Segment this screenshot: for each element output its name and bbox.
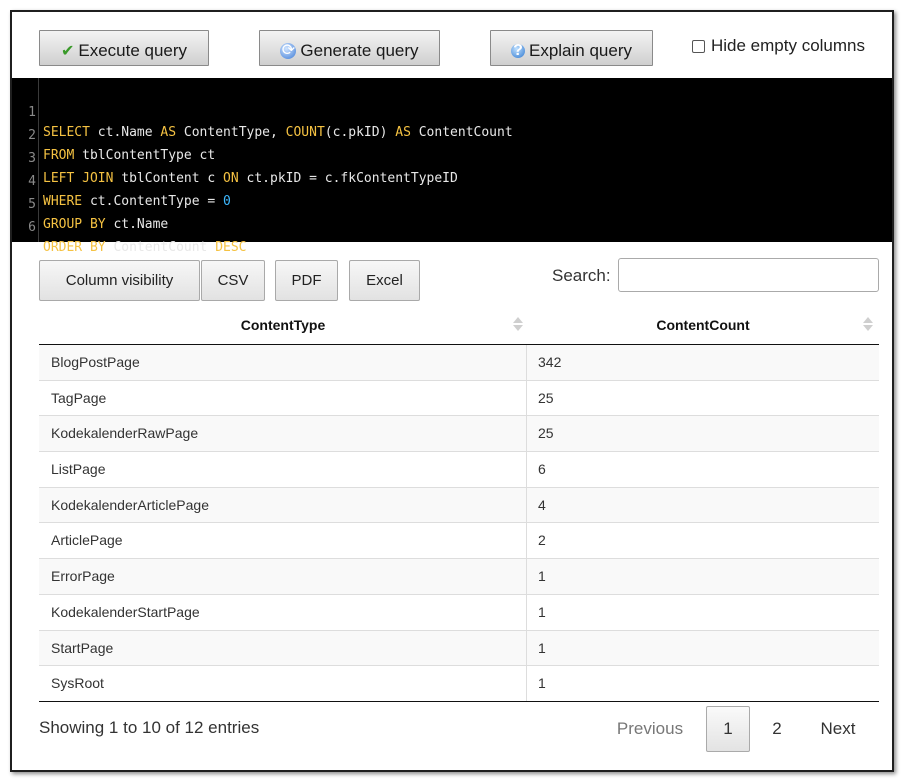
cell-contentcount: 342 [538,354,562,370]
csv-export-button[interactable]: CSV [201,260,265,301]
cell-contentcount: 2 [538,532,546,549]
search-input[interactable] [618,258,879,292]
explain-query-label: Explain query [528,41,632,60]
execute-query-label: Execute query [78,41,188,60]
column-header-contentcount[interactable]: ContentCount [527,308,879,345]
code-text: LEFT JOIN tblContent c ON ct.pkID = c.fk… [43,171,458,186]
cell-contenttype: ErrorPage [39,559,527,594]
code-text: ORDER BY ContentCount DESC [43,240,247,255]
hide-empty-columns-label: Hide empty columns [711,36,866,55]
cell-contentcount: 6 [538,461,546,478]
hide-empty-columns-toggle[interactable]: Hide empty columns [692,36,865,56]
table-info: Showing 1 to 10 of 12 entries [39,718,260,737]
cell-contentcount: 1 [538,603,546,620]
query-toolbar: ✔ Execute query ⟳ Generate query ? Expla… [12,12,892,78]
sql-editor[interactable]: 1 SELECT ct.Name AS ContentType, COUNT(c… [12,78,892,255]
column-header-contenttype[interactable]: ContentType [39,308,527,345]
cell-contentcount: 1 [538,568,546,585]
pagination-page-1[interactable]: 1 [706,706,750,752]
cell-contentcount: 25 [538,389,554,406]
table-row: KodekalenderArticlePage 4 [39,487,879,524]
checkmark-icon: ✔ [60,43,75,60]
excel-export-button[interactable]: Excel [349,260,420,301]
table-row: ErrorPage 1 [39,559,879,595]
cell-contenttype: TagPage [39,380,527,416]
code-line: 1 SELECT ct.Name AS ContentType, COUNT(c… [12,83,512,140]
code-text: WHERE ct.ContentType = 0 [43,194,231,209]
cell-contenttype: KodekalenderStartPage [39,594,527,630]
cell-contenttype: BlogPostPage [39,345,527,380]
execute-query-button[interactable]: ✔ Execute query [39,30,209,66]
cell-contenttype: StartPage [39,630,527,666]
generate-query-button[interactable]: ⟳ Generate query [259,30,440,66]
column-visibility-button[interactable]: Column visibility [39,260,200,301]
query-tool-window: ✔ Execute query ⟳ Generate query ? Expla… [10,10,894,772]
generate-query-label: Generate query [300,41,419,60]
table-header: ContentType ContentCount [39,308,879,345]
table-row: StartPage 1 [39,630,879,667]
explain-query-button[interactable]: ? Explain query [490,30,653,66]
refresh-icon: ⟳ [280,42,297,59]
pagination-next[interactable]: Next [808,706,868,752]
code-text: FROM tblContentType ct [43,148,216,163]
code-text: SELECT ct.Name AS ContentType, COUNT(c.p… [43,125,513,140]
code-text: GROUP BY ct.Name [43,217,169,232]
cell-contenttype: ArticlePage [39,523,527,559]
code-line: 3 LEFT JOIN tblContent c ON ct.pkID = c.… [12,129,458,186]
cell-contenttype: SysRoot [39,666,527,701]
line-number: 6 [28,220,36,235]
cell-contenttype: ListPage [39,452,527,487]
cell-contenttype: KodekalenderRawPage [39,416,527,452]
table-row: TagPage 25 [39,380,879,417]
sort-icon [863,317,873,333]
search-label: Search: [552,266,611,285]
results-table: ContentType ContentCount BlogPostPage 34… [39,308,879,702]
cell-contentcount: 25 [538,425,554,442]
cell-contenttype: KodekalenderArticlePage [39,487,527,523]
code-line: 4 WHERE ct.ContentType = 0 [12,152,231,209]
table-row: KodekalenderStartPage 1 [39,594,879,631]
pdf-export-button[interactable]: PDF [275,260,338,301]
cell-contentcount: 4 [538,496,546,513]
cell-contentcount: 1 [538,675,546,692]
hide-empty-columns-checkbox[interactable] [692,39,705,53]
help-icon: ? [510,43,525,59]
table-row: BlogPostPage 342 [39,345,879,381]
sort-icon [513,317,523,333]
table-row: ArticlePage 2 [39,523,879,560]
code-line: 5 GROUP BY ct.Name [12,175,168,232]
pagination-page-2[interactable]: 2 [760,706,794,752]
code-line: 6 ORDER BY ContentCount DESC [12,198,246,255]
cell-contentcount: 1 [538,639,546,656]
table-row: SysRoot 1 [39,666,879,702]
table-row: KodekalenderRawPage 25 [39,416,879,453]
code-line: 2 FROM tblContentType ct [12,106,215,163]
table-row: ListPage 6 [39,452,879,488]
pagination-previous[interactable]: Previous [608,706,692,752]
